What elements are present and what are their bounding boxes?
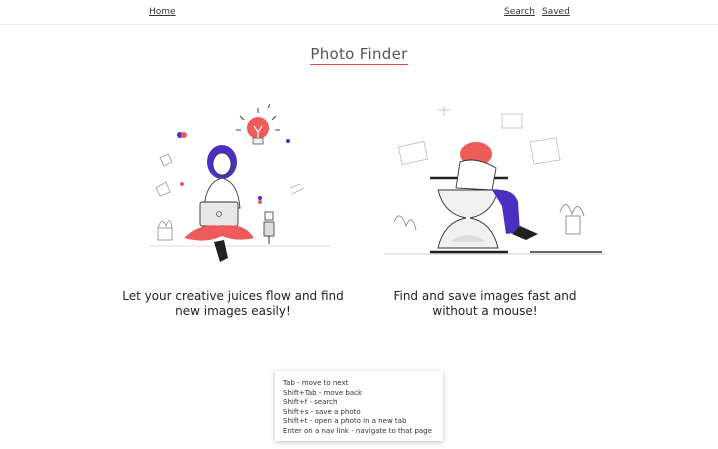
- shortcut-item: Shift+Tab - move back: [283, 388, 363, 397]
- nav-link-search[interactable]: Search: [504, 7, 535, 17]
- shortcut-item: Enter on a nav link - navigate to that p…: [283, 426, 432, 435]
- nav-link-saved[interactable]: Saved: [542, 7, 570, 17]
- feature-caption-creative: Let your creative juices flow and find n…: [122, 289, 344, 318]
- keyboard-shortcuts-panel: Tab - move to next Shift+Tab - move back…: [275, 371, 443, 441]
- page-title-wrap: Photo Finder: [0, 44, 718, 65]
- shortcut-item: Tab - move to next: [283, 379, 349, 387]
- woman-with-laptop-illustration: [140, 98, 340, 278]
- shortcut-item: Shift+s - save a photo: [283, 407, 361, 416]
- nav-link-home[interactable]: Home: [149, 7, 176, 17]
- top-nav: Home Search Saved: [0, 0, 718, 25]
- shortcut-item: Shift+t - open a photo in a new tab: [283, 417, 407, 425]
- feature-caption-fast: Find and save images fast and without a …: [393, 289, 577, 318]
- page-title: Photo Finder: [310, 45, 408, 65]
- shortcut-item: Shift+f - search: [283, 398, 338, 406]
- woman-on-hourglass-illustration: [380, 102, 610, 267]
